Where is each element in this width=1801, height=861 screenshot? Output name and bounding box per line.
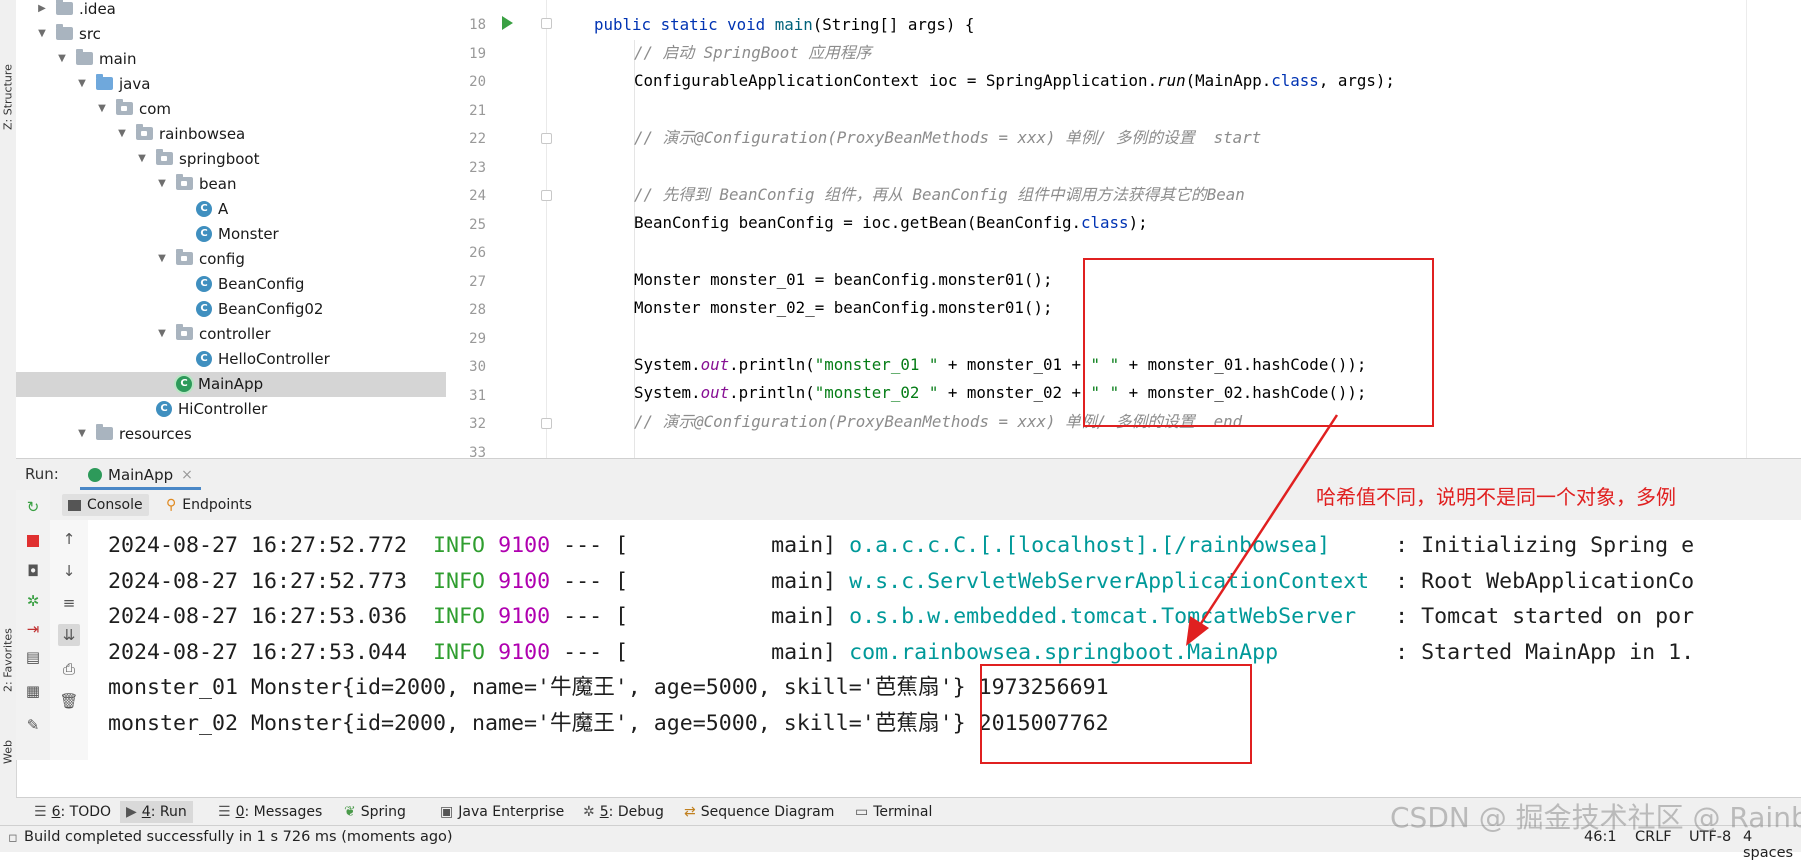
annotation-text: 哈希值不同，说明不是同一个对象，多例: [1316, 485, 1676, 509]
annotation-arrow: [1186, 414, 1339, 646]
watermark: CSDN @ 掘金技术社区 @ RainbowSea: [1390, 801, 1801, 834]
